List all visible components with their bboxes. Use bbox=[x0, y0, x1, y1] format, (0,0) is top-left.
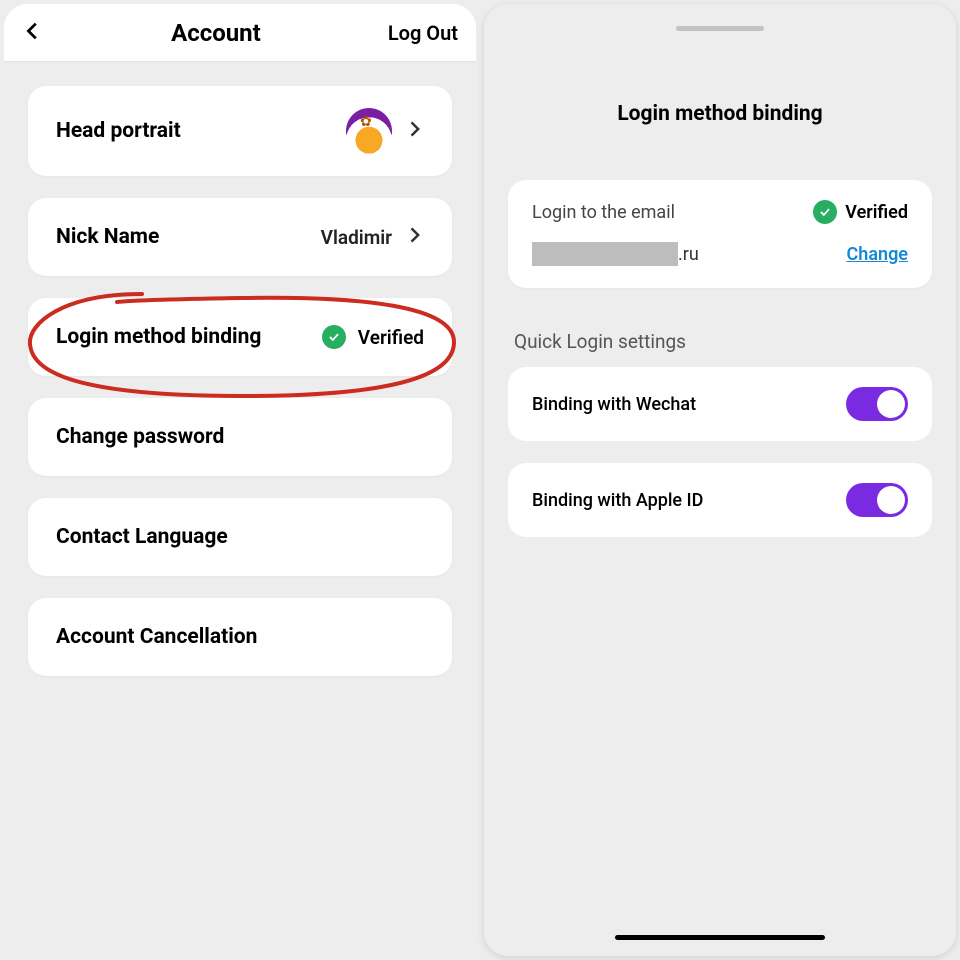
toggle-wechat[interactable]: Binding with Wechat bbox=[508, 367, 932, 441]
verified-badge: Verified bbox=[813, 200, 908, 224]
account-list-body: Head portrait Nick Name Vladimir bbox=[4, 62, 476, 956]
check-circle-icon bbox=[813, 200, 837, 224]
page-title: Account bbox=[171, 19, 261, 47]
row-right: Verified bbox=[322, 325, 424, 349]
nick-name-value: Vladimir bbox=[321, 226, 392, 249]
row-contact-language[interactable]: Contact Language bbox=[28, 498, 452, 576]
row-login-method-binding[interactable]: Login method binding Verified bbox=[28, 298, 452, 376]
login-binding-body: Login to the email Verified .ru Change Q… bbox=[484, 136, 956, 537]
row-right: Vladimir bbox=[321, 225, 424, 249]
toggle-apple-id[interactable]: Binding with Apple ID bbox=[508, 463, 932, 537]
check-circle-icon bbox=[322, 325, 346, 349]
row-account-cancellation[interactable]: Account Cancellation bbox=[28, 598, 452, 676]
chevron-right-icon bbox=[404, 119, 424, 143]
redacted-email bbox=[532, 242, 678, 266]
account-screen: Account Log Out Head portrait Nick Name … bbox=[4, 4, 476, 956]
toggle-knob-icon bbox=[877, 486, 905, 514]
email-label: Login to the email bbox=[532, 202, 675, 223]
email-domain: .ru bbox=[678, 244, 699, 265]
row-change-password[interactable]: Change password bbox=[28, 398, 452, 476]
email-value: .ru bbox=[532, 242, 699, 266]
email-row-top: Login to the email Verified bbox=[532, 200, 908, 224]
row-label: Contact Language bbox=[56, 524, 228, 550]
row-nick-name[interactable]: Nick Name Vladimir bbox=[28, 198, 452, 276]
sheet-grabber-icon[interactable] bbox=[676, 26, 764, 31]
status-badge: Verified bbox=[358, 326, 424, 349]
toggle-switch[interactable] bbox=[846, 387, 908, 421]
toggle-switch[interactable] bbox=[846, 483, 908, 517]
chevron-right-icon bbox=[404, 225, 424, 249]
status-badge: Verified bbox=[845, 202, 908, 223]
row-right bbox=[346, 108, 424, 154]
avatar-icon bbox=[346, 108, 392, 154]
row-label: Head portrait bbox=[56, 118, 181, 144]
row-label: Nick Name bbox=[56, 224, 159, 250]
change-link[interactable]: Change bbox=[847, 244, 908, 265]
row-label: Account Cancellation bbox=[56, 624, 257, 650]
email-row-bottom: .ru Change bbox=[532, 242, 908, 266]
login-binding-screen: Login method binding Login to the email … bbox=[484, 4, 956, 956]
toggle-knob-icon bbox=[877, 390, 905, 418]
row-head-portrait[interactable]: Head portrait bbox=[28, 86, 452, 176]
account-list: Head portrait Nick Name Vladimir bbox=[4, 62, 476, 676]
quick-login-section-title: Quick Login settings bbox=[508, 288, 932, 367]
page-title: Login method binding bbox=[484, 4, 956, 136]
email-login-card: Login to the email Verified .ru Change bbox=[508, 180, 932, 288]
back-icon[interactable] bbox=[22, 20, 44, 46]
header: Account Log Out bbox=[4, 4, 476, 62]
logout-button[interactable]: Log Out bbox=[388, 21, 458, 45]
row-label: Login method binding bbox=[56, 324, 261, 350]
toggle-label: Binding with Apple ID bbox=[532, 490, 703, 511]
row-label: Change password bbox=[56, 424, 224, 450]
home-indicator-icon[interactable] bbox=[615, 935, 825, 940]
toggle-label: Binding with Wechat bbox=[532, 394, 696, 415]
